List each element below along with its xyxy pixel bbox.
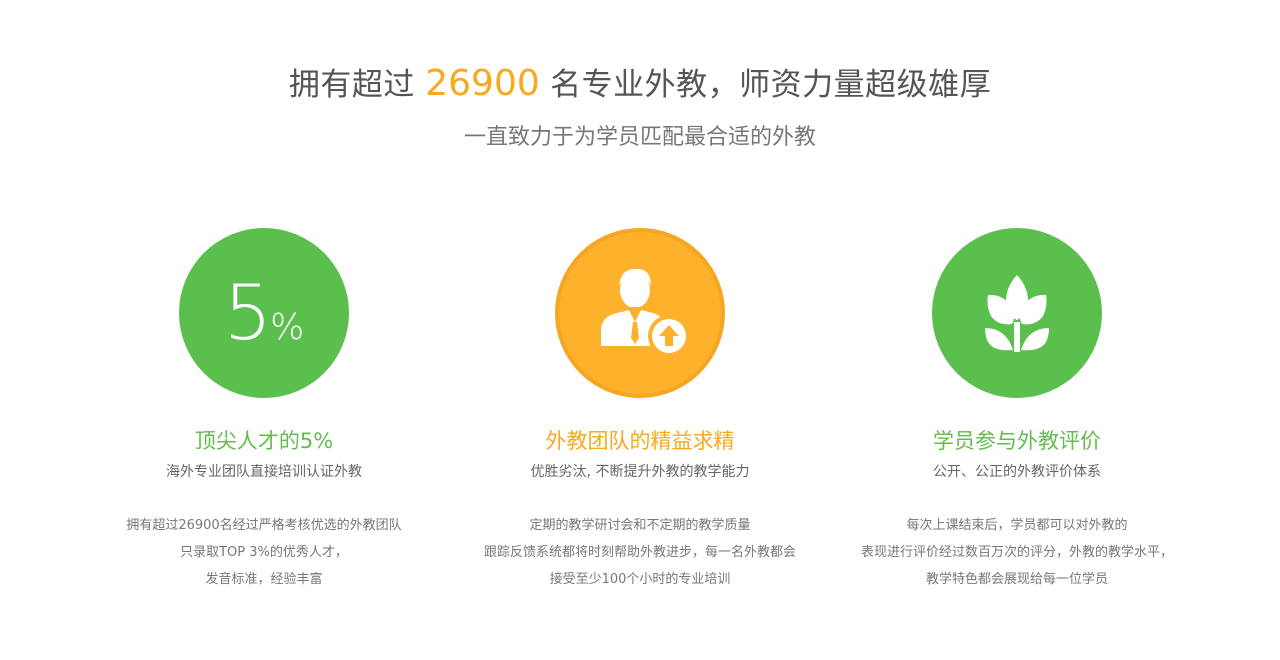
feature-line: 表现进行评价经过数百万次的评分，外教的教学水平， — [860, 545, 1173, 560]
headline-prefix: 拥有超过 — [288, 67, 415, 103]
headline-number: 26900 — [425, 63, 540, 104]
feature-line: 只录取TOP 3%的优秀人才， — [180, 545, 348, 560]
headline: 拥有超过 26900 名专业外教，师资力量超级雄厚 — [0, 62, 1280, 107]
feature-subtitle: 公开、公正的外教评价体系 — [933, 464, 1101, 480]
teacher-upgrade-badge — [555, 228, 725, 398]
percent-badge: 5% — [179, 228, 349, 398]
feature-title: 学员参与外教评价 — [933, 429, 1101, 453]
percent-badge-number: 5 — [223, 268, 272, 357]
feature-line: 接受至少100个小时的专业培训 — [549, 572, 731, 587]
feature-subtitle: 海外专业团队直接培训认证外教 — [166, 464, 362, 480]
feature-team-excellence: 外教团队的精益求精 优胜劣汰, 不断提升外教的教学能力 定期的教学研讨会和不定期… — [430, 228, 850, 593]
subheadline: 一直致力于为学员匹配最合适的外教 — [463, 125, 816, 150]
feature-line: 跟踪反馈系统都将时刻帮助外教进步，每一名外教都会 — [483, 545, 796, 560]
percent-badge-text: 5% — [179, 228, 349, 398]
feature-line: 每次上课结束后，学员都可以对外教的 — [906, 518, 1128, 533]
feature-description: 定期的教学研讨会和不定期的教学质量 跟踪反馈系统都将时刻帮助外教进步，每一名外教… — [430, 512, 850, 593]
feature-description: 拥有超过26900名经过严格考核优选的外教团队 只录取TOP 3%的优秀人才， … — [54, 512, 474, 593]
feature-title: 外教团队的精益求精 — [545, 429, 735, 453]
feature-description: 每次上课结束后，学员都可以对外教的 表现进行评价经过数百万次的评分，外教的教学水… — [807, 512, 1227, 593]
feature-line: 教学特色都会展现给每一位学员 — [925, 572, 1108, 587]
headline-suffix: 名专业外教，师资力量超级雄厚 — [550, 67, 992, 103]
teacher-upgrade-icon — [601, 268, 690, 357]
tulip-icon — [985, 275, 1049, 352]
feature-line: 发音标准，经验丰富 — [205, 572, 323, 587]
feature-subtitle: 优胜劣汰, 不断提升外教的教学能力 — [530, 464, 750, 480]
feature-title: 顶尖人才的5% — [194, 429, 334, 453]
feature-line: 拥有超过26900名经过严格考核优选的外教团队 — [126, 518, 402, 533]
feature-student-review: 学员参与外教评价 公开、公正的外教评价体系 每次上课结束后，学员都可以对外教的 … — [807, 228, 1227, 593]
tulip-badge — [932, 228, 1102, 398]
percent-badge-unit: % — [270, 307, 305, 348]
feature-top-talent: 5% 顶尖人才的5% 海外专业团队直接培训认证外教 拥有超过26900名经过严格… — [54, 228, 474, 593]
feature-line: 定期的教学研讨会和不定期的教学质量 — [529, 518, 751, 533]
